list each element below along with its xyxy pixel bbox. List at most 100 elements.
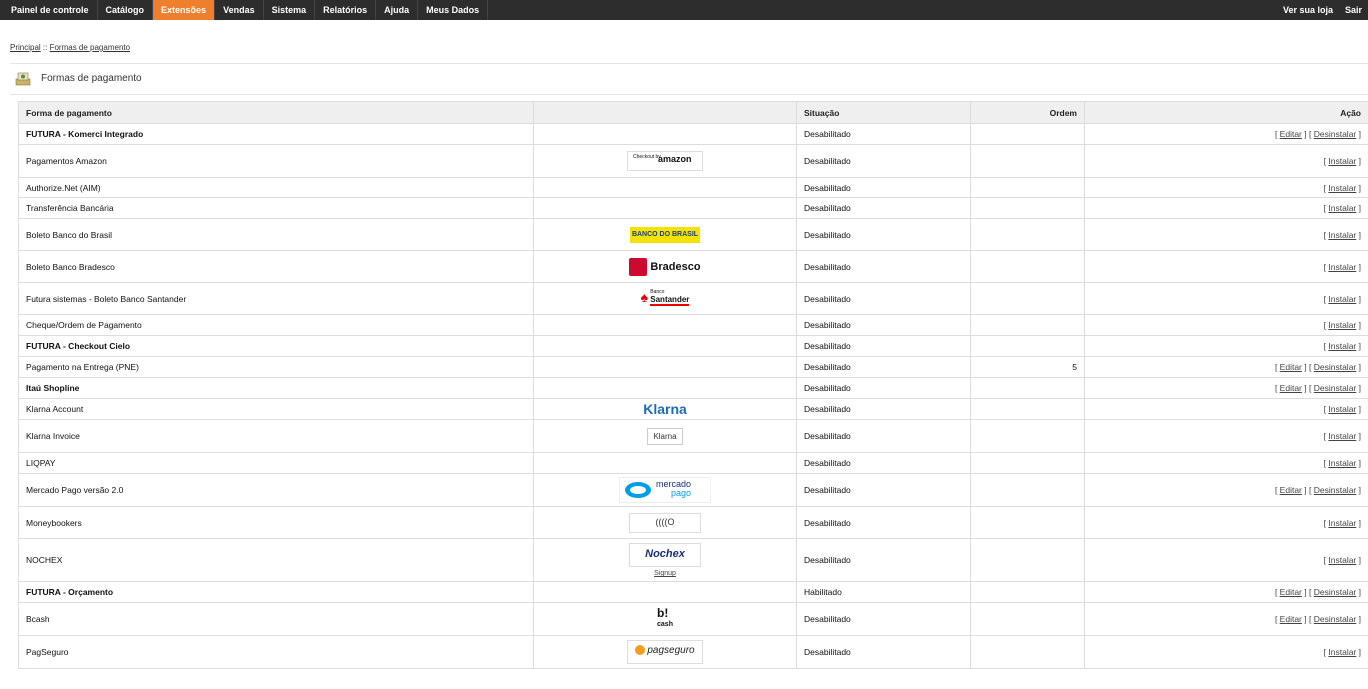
method-actions: [ Editar ] [ Desinstalar ] [1084,581,1368,603]
breadcrumb-home[interactable]: Principal [10,43,41,52]
method-actions: [ Instalar ] [1084,452,1368,474]
logout-link[interactable]: Sair [1339,0,1368,20]
table-row: LIQPAY Desabilitado [ Instalar ] [18,452,1368,474]
nav-item-4[interactable]: Sistema [264,0,316,20]
method-status: Desabilitado [796,250,971,283]
uninstall-link[interactable]: Desinstalar [1314,383,1357,393]
install-link[interactable]: Instalar [1328,404,1356,414]
header-name[interactable]: Forma de pagamento [18,101,534,124]
page-heading: Formas de pagamento [10,63,1368,95]
method-status: Desabilitado [796,635,971,669]
install-link[interactable]: Instalar [1328,183,1356,193]
method-status: Desabilitado [796,538,971,582]
install-link[interactable]: Instalar [1328,518,1356,528]
install-link[interactable]: Instalar [1328,156,1356,166]
install-link[interactable]: Instalar [1328,431,1356,441]
nav-item-6[interactable]: Ajuda [376,0,419,20]
method-logo: Checkout by amazon [533,144,797,178]
method-order [970,144,1085,178]
nav-item-1[interactable]: Catálogo [98,0,154,20]
handshake-icon [625,482,651,498]
method-logo: ♠ Banco Santander [533,282,797,315]
method-name: Pagamento na Entrega (PNE) [18,356,534,378]
table-row: NOCHEX Nochex Signup Desabilitado [ Instalar… [18,538,1368,582]
nav-item-2[interactable]: Extensões [153,0,216,20]
method-order [970,314,1085,336]
method-name: FUTURA - Orçamento [18,581,534,603]
uninstall-link[interactable]: Desinstalar [1314,614,1357,624]
method-name: FUTURA - Checkout Cielo [18,335,534,357]
header-order[interactable]: Ordem [970,101,1085,124]
method-status: Desabilitado [796,177,971,198]
method-logo [533,356,797,378]
method-actions: [ Instalar ] [1084,419,1368,453]
install-link[interactable]: Instalar [1328,341,1356,351]
install-link[interactable]: Instalar [1328,203,1356,213]
table-row: FUTURA - Orçamento Habilitado [ Editar ] [… [18,581,1368,603]
edit-link[interactable]: Editar [1280,587,1302,597]
top-right-links: Ver sua loja Sair [1277,0,1368,20]
install-link[interactable]: Instalar [1328,647,1356,657]
method-name: Klarna Account [18,398,534,420]
table-row: Boleto Banco do Brasil BANCO DO BRASIL Des… [18,218,1368,251]
install-link[interactable]: Instalar [1328,320,1356,330]
method-logo [533,177,797,198]
install-link[interactable]: Instalar [1328,555,1356,565]
method-status: Desabilitado [796,144,971,178]
method-order [970,506,1085,539]
table-row: FUTURA - Checkout Cielo Desabilitado [ Ins… [18,335,1368,357]
method-status: Desabilitado [796,282,971,315]
install-link[interactable]: Instalar [1328,230,1356,240]
edit-link[interactable]: Editar [1280,614,1302,624]
method-actions: [ Instalar ] [1084,335,1368,357]
method-order [970,218,1085,251]
install-link[interactable]: Instalar [1328,262,1356,272]
nav-item-7[interactable]: Meus Dados [418,0,489,20]
method-logo: BANCO DO BRASIL [533,218,797,251]
method-logo: Bradesco [533,250,797,283]
edit-link[interactable]: Editar [1280,362,1302,372]
payment-methods-table: Forma de pagamento Situação Ordem Ação F… [18,101,1368,669]
breadcrumb-current[interactable]: Formas de pagamento [50,43,131,52]
header-status[interactable]: Situação [796,101,971,124]
method-order [970,419,1085,453]
method-actions: [ Instalar ] [1084,314,1368,336]
method-order [970,377,1085,399]
install-link[interactable]: Instalar [1328,294,1356,304]
method-actions: [ Editar ] [ Desinstalar ] [1084,473,1368,507]
method-actions: [ Editar ] [ Desinstalar ] [1084,123,1368,145]
method-actions: [ Instalar ] [1084,282,1368,315]
method-name: Moneybookers [18,506,534,539]
method-order [970,282,1085,315]
edit-link[interactable]: Editar [1280,383,1302,393]
table-row: Boleto Banco Bradesco Bradesco Desabilitad… [18,250,1368,283]
edit-link[interactable]: Editar [1280,485,1302,495]
edit-link[interactable]: Editar [1280,129,1302,139]
pagseguro-mark-icon [635,645,646,656]
method-name: Klarna Invoice [18,419,534,453]
install-link[interactable]: Instalar [1328,458,1356,468]
table-row: Transferência Bancária Desabilitado [ Inst… [18,197,1368,219]
view-store-link[interactable]: Ver sua loja [1277,0,1339,20]
method-logo [533,452,797,474]
nav-item-3[interactable]: Vendas [215,0,264,20]
table-row: Klarna Account Klarna Desabilitado [ Instal… [18,398,1368,420]
signup-link[interactable]: Signup [629,570,701,577]
method-name: FUTURA - Komerci Integrado [18,123,534,145]
uninstall-link[interactable]: Desinstalar [1314,362,1357,372]
uninstall-link[interactable]: Desinstalar [1314,485,1357,495]
method-name: Authorize.Net (AIM) [18,177,534,198]
method-name: PagSeguro [18,635,534,669]
method-status: Desabilitado [796,452,971,474]
method-order [970,602,1085,636]
nav-item-0[interactable]: Painel de controle [3,0,98,20]
method-status: Desabilitado [796,602,971,636]
method-status: Desabilitado [796,123,971,145]
method-name: LIQPAY [18,452,534,474]
uninstall-link[interactable]: Desinstalar [1314,129,1357,139]
method-status: Desabilitado [796,218,971,251]
method-name: Itaú Shopline [18,377,534,399]
bcash-logo: b! cash [657,606,673,628]
uninstall-link[interactable]: Desinstalar [1314,587,1357,597]
nav-item-5[interactable]: Relatórios [315,0,377,20]
